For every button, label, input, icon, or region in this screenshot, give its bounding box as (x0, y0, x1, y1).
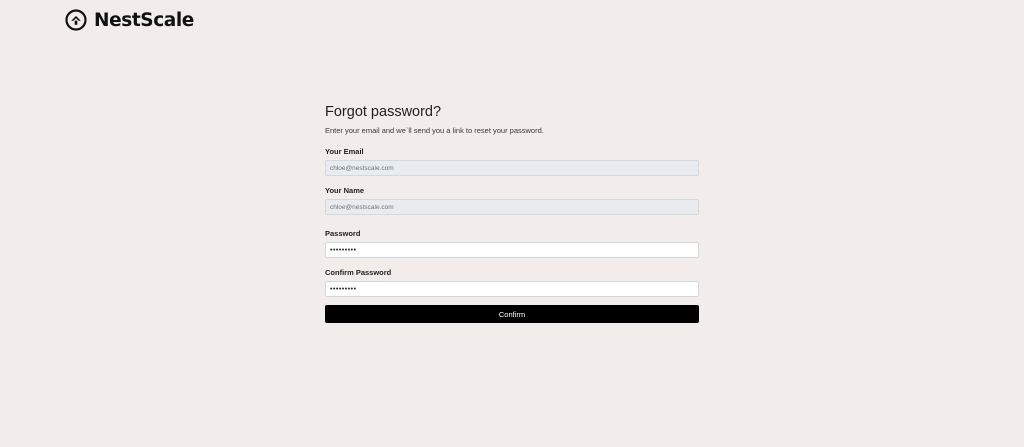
confirm-password-field[interactable] (325, 281, 699, 297)
name-label: Your Name (325, 186, 365, 195)
password-label: Password (325, 229, 361, 238)
password-field[interactable] (325, 242, 699, 258)
page-subtitle: Enter your email and we`ll send you a li… (325, 126, 544, 135)
brand-logo[interactable]: NestScale (65, 8, 194, 32)
nestscale-logo-icon (65, 9, 87, 31)
email-field[interactable] (325, 160, 699, 176)
confirm-password-label: Confirm Password (325, 268, 392, 277)
email-label: Your Email (325, 147, 364, 156)
confirm-button[interactable]: Confirm (325, 305, 699, 323)
brand-name: NestScale (94, 9, 194, 31)
page-title: Forgot password? (325, 104, 442, 120)
name-field[interactable] (325, 199, 699, 215)
